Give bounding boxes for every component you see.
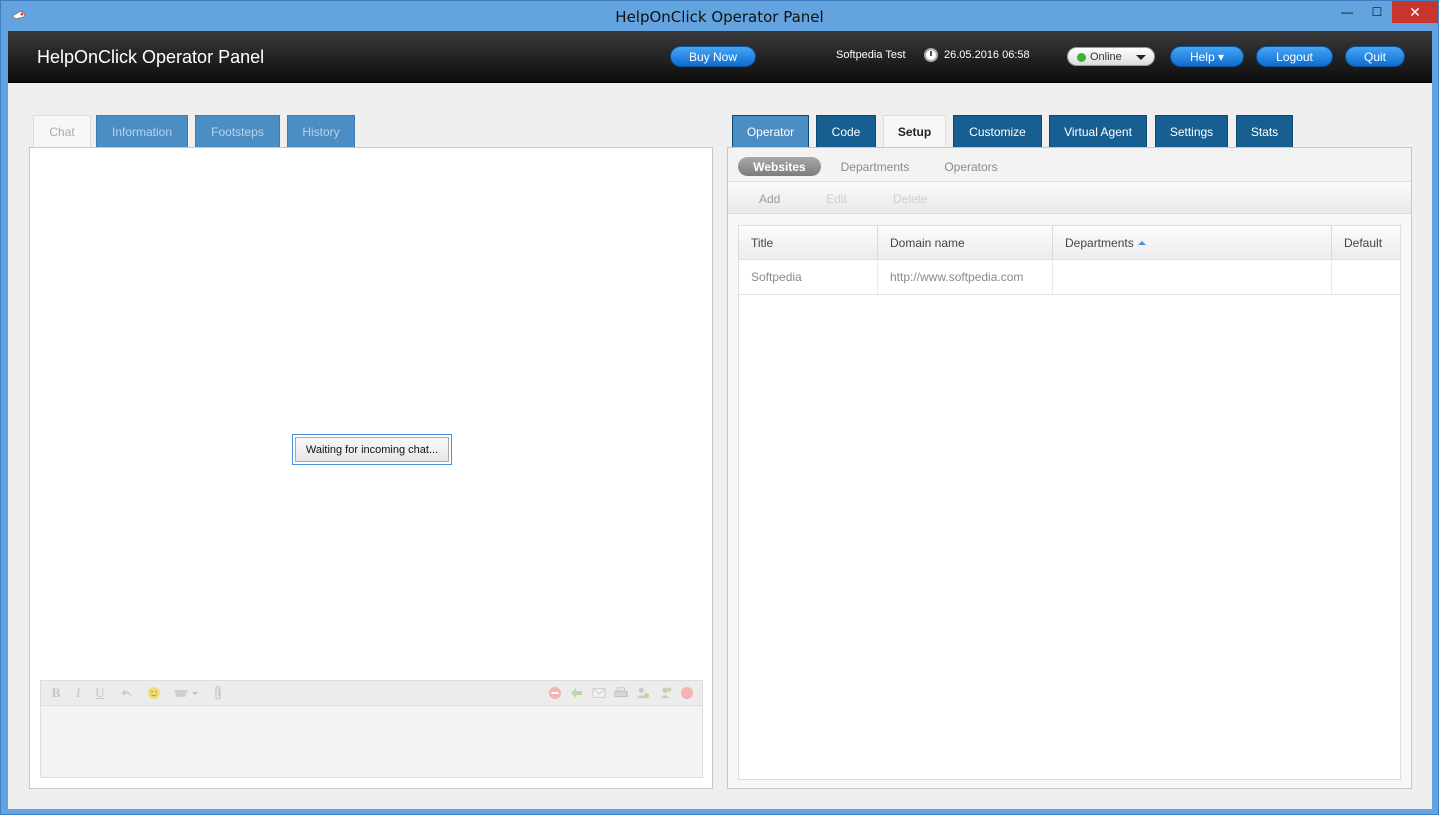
edit-button[interactable]: Edit <box>826 192 847 206</box>
editor-toolbar: B I U <box>40 680 703 706</box>
italic-icon[interactable]: I <box>71 685 85 701</box>
online-status-icon <box>1077 53 1086 62</box>
close-chat-icon[interactable] <box>680 685 694 701</box>
websites-table: Title Domain name Departments Default So… <box>738 225 1401 780</box>
tab-operator[interactable]: Operator <box>732 115 809 148</box>
cell-departments <box>1053 260 1332 294</box>
table-row[interactable]: Softpedia http://www.softpedia.com <box>739 260 1400 295</box>
print-icon[interactable] <box>614 685 628 701</box>
add-button[interactable]: Add <box>759 192 780 206</box>
client-area: HelpOnClick Operator Panel Buy Now Softp… <box>8 31 1432 809</box>
minimize-button[interactable]: — <box>1332 1 1362 23</box>
quit-button[interactable]: Quit <box>1345 46 1405 67</box>
invite-icon[interactable] <box>636 685 650 701</box>
column-departments[interactable]: Departments <box>1053 226 1332 260</box>
help-button[interactable]: Help ▾ <box>1170 46 1244 67</box>
attachment-icon[interactable] <box>211 685 225 701</box>
column-title-label: Title <box>751 236 774 250</box>
window-controls: — ☐ ✕ <box>1332 1 1438 23</box>
cell-title: Softpedia <box>739 260 878 294</box>
current-datetime: 26.05.2016 06:58 <box>944 49 1030 61</box>
websites-actions: Add Edit Delete <box>728 182 1411 214</box>
stop-icon[interactable] <box>548 685 562 701</box>
column-default[interactable]: Default <box>1332 226 1400 260</box>
waiting-message: Waiting for incoming chat... <box>295 437 449 462</box>
buy-now-button[interactable]: Buy Now <box>670 46 756 67</box>
tab-code[interactable]: Code <box>816 115 876 148</box>
delete-button[interactable]: Delete <box>893 192 928 206</box>
tab-settings[interactable]: Settings <box>1155 115 1228 148</box>
clock-icon <box>924 48 938 62</box>
tab-information[interactable]: Information <box>96 115 188 148</box>
translate-icon[interactable] <box>173 685 199 701</box>
column-default-label: Default <box>1344 236 1383 250</box>
window-title: HelpOnClick Operator Panel <box>615 8 824 26</box>
close-window-button[interactable]: ✕ <box>1392 1 1438 23</box>
setup-pane: Websites Departments Operators Add Edit … <box>727 147 1412 789</box>
subtab-departments[interactable]: Departments <box>832 157 918 176</box>
column-title[interactable]: Title <box>739 226 878 260</box>
bold-icon[interactable]: B <box>49 685 63 701</box>
cell-default <box>1332 260 1400 294</box>
chat-pane: Waiting for incoming chat... B I U <box>29 147 713 789</box>
subtab-websites[interactable]: Websites <box>738 157 821 176</box>
tab-stats[interactable]: Stats <box>1236 115 1293 148</box>
setup-subtabs: Websites Departments Operators <box>728 148 1411 182</box>
column-departments-label: Departments <box>1065 236 1134 250</box>
tab-customize[interactable]: Customize <box>953 115 1042 148</box>
column-domain-name[interactable]: Domain name <box>878 226 1053 260</box>
sort-ascending-icon <box>1137 241 1146 245</box>
chevron-down-icon <box>1136 55 1146 60</box>
status-dropdown[interactable]: Online <box>1067 47 1155 66</box>
app-title: HelpOnClick Operator Panel <box>37 47 265 67</box>
tab-footsteps[interactable]: Footsteps <box>195 115 280 148</box>
message-input[interactable] <box>40 706 703 778</box>
logout-button[interactable]: Logout <box>1256 46 1333 67</box>
status-label: Online <box>1090 51 1122 63</box>
cell-domain-name: http://www.softpedia.com <box>878 260 1053 294</box>
tab-virtual-agent[interactable]: Virtual Agent <box>1049 115 1147 148</box>
operator-name: Softpedia Test <box>836 49 906 61</box>
subtab-operators[interactable]: Operators <box>936 157 1006 176</box>
underline-icon[interactable]: U <box>93 685 107 701</box>
undo-icon[interactable] <box>119 685 133 701</box>
add-operator-icon[interactable] <box>658 685 672 701</box>
smiley-icon[interactable] <box>147 685 161 701</box>
waiting-indicator: Waiting for incoming chat... <box>292 434 452 465</box>
tab-history[interactable]: History <box>287 115 355 148</box>
transfer-icon[interactable] <box>570 685 584 701</box>
tab-setup[interactable]: Setup <box>883 115 946 148</box>
header-bar: HelpOnClick Operator Panel Buy Now Softp… <box>8 31 1432 83</box>
table-header: Title Domain name Departments Default <box>739 226 1400 260</box>
tab-chat[interactable]: Chat <box>33 115 91 148</box>
email-icon[interactable] <box>592 685 606 701</box>
column-domain-name-label: Domain name <box>890 236 965 250</box>
maximize-button[interactable]: ☐ <box>1362 1 1392 23</box>
app-window: HelpOnClick Operator Panel — ☐ ✕ HelpOnC… <box>0 0 1439 815</box>
title-bar[interactable]: HelpOnClick Operator Panel — ☐ ✕ <box>1 1 1438 31</box>
